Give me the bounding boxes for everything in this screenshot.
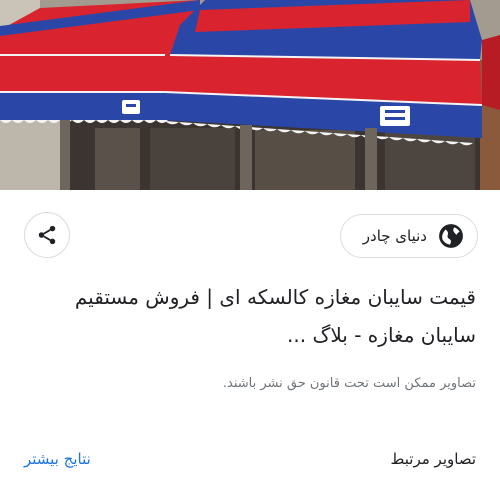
result-image[interactable] [0, 0, 500, 190]
source-name: دنیای چادر [362, 227, 427, 245]
result-details-panel: دنیای چادر قیمت سایبان مغازه کالسکه ای |… [0, 190, 500, 500]
related-images-heading: تصاویر مرتبط [390, 450, 476, 468]
source-chip[interactable]: دنیای چادر [339, 214, 478, 258]
awning-illustration [0, 0, 500, 190]
share-button[interactable] [24, 212, 70, 258]
globe-icon [437, 222, 465, 250]
share-icon [38, 225, 56, 245]
copyright-notice: تصاویر ممکن است تحت قانون حق نشر باشند. [222, 376, 476, 391]
result-title[interactable]: قیمت سایبان مغازه کالسکه ای | فروش مستقی… [24, 278, 476, 354]
more-results-link[interactable]: نتایج بیشتر [24, 450, 91, 468]
